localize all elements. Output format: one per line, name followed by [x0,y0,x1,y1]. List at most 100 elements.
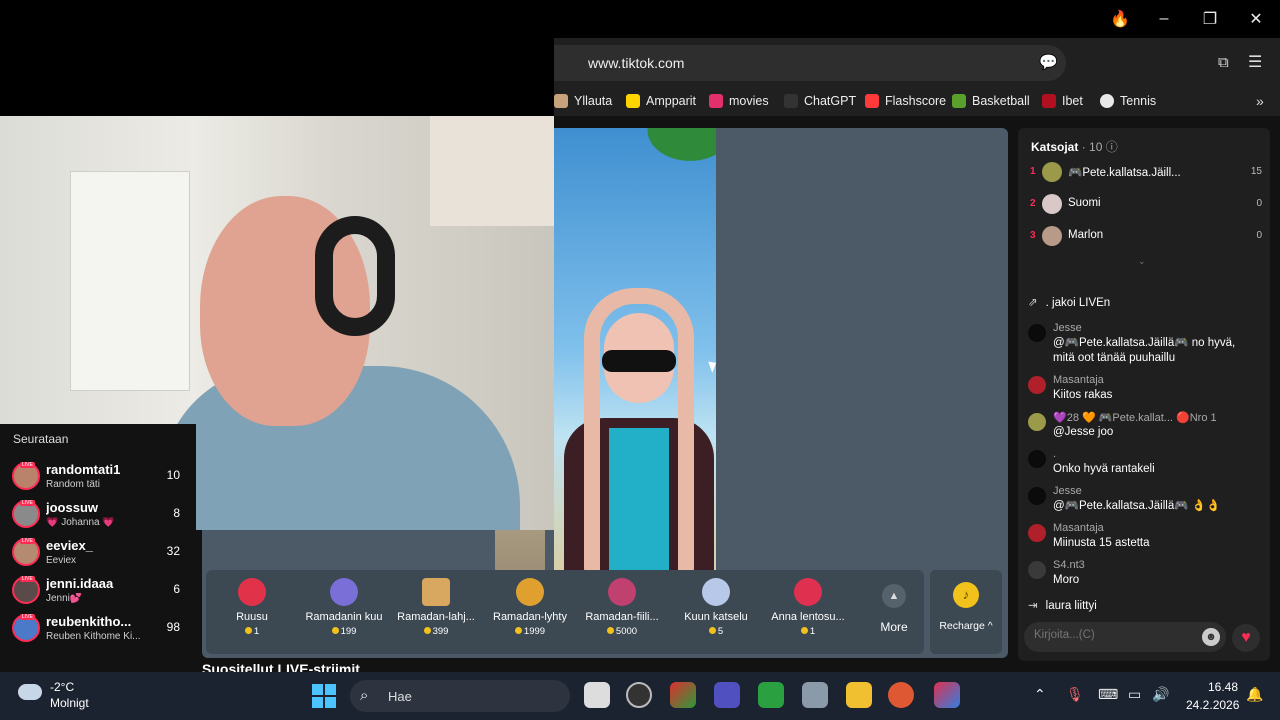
bookmark-basketball[interactable]: Basketball [952,94,1030,108]
bookmark-chatgpt[interactable]: ChatGPT [784,94,856,108]
keyboard-icon[interactable]: ⌨ [1098,686,1118,703]
more-gifts-button[interactable]: ▲ More [874,584,914,634]
chat-username[interactable]: . [1053,448,1056,460]
following-sub: 💗 Johanna 💗 [46,517,115,528]
chat-username[interactable]: 💜28 🧡 🎮Pete.kallat... 🔴Nro 1 [1053,411,1217,424]
viewer-count: 98 [166,620,180,634]
camera-app-icon[interactable] [714,682,740,708]
following-item[interactable]: LIVE eeviex_ Eeviex 32 [10,536,190,572]
viewer-row[interactable]: 2 Suomi 0 [1030,192,1262,218]
join-text: laura liittyi [1045,600,1097,612]
more-label: More [880,620,908,634]
bookmark-flashscore[interactable]: Flashscore [865,94,946,108]
gift-item[interactable]: Anna lentosu... 1 [762,576,854,648]
emoji-icon[interactable]: ☻ [1202,628,1220,646]
bookmark-movies[interactable]: movies [709,94,769,108]
like-heart-button[interactable]: ♥ [1232,624,1260,652]
page-content: Ruusu 1 Ramadanin kuu 199 Ramadan-lahj... 3… [0,116,1280,677]
chart-app-icon[interactable] [758,682,784,708]
gift-price-value: 1 [809,626,816,637]
gift-name: Ruusu [236,611,268,623]
gift-name: Anna lentosu... [771,611,845,623]
chat-input-box[interactable]: ☻ [1024,622,1226,652]
flame-icon[interactable]: 🔥 [1100,6,1140,32]
live-badge: LIVE [20,500,35,506]
gift-item[interactable]: Ramadan-lahj... 399 [390,576,482,648]
following-item[interactable]: LIVE randomtati1 Random täti 10 [10,460,190,496]
viewer-row[interactable]: 3 Marlon 0 [1030,224,1262,250]
bookmark-ampparit[interactable]: Ampparit [626,94,696,108]
yllauta-icon [554,94,568,108]
task-view-icon[interactable] [584,682,610,708]
chat-username[interactable]: Jesse [1053,485,1082,497]
gift-price: 399 [390,626,482,637]
following-sub: Random täti [46,479,100,490]
snip-tool-icon[interactable] [934,682,960,708]
url-box[interactable]: www.tiktok.com 💬 [554,45,1066,81]
help-icon[interactable]: ⓘ [1106,140,1118,154]
cloud-icon[interactable] [18,684,42,700]
close-button[interactable]: ✕ [1236,6,1276,32]
volume-icon[interactable]: 🔊 [1152,686,1169,703]
weather-temp[interactable]: -2°C [50,680,74,694]
following-item[interactable]: LIVE jenni.idaaa Jenni💕 6 [10,574,190,610]
gift-box-icon [422,578,450,606]
bookmark-ibet[interactable]: Ibet [1042,94,1083,108]
chevron-down-icon[interactable]: ⌄ [1138,256,1146,267]
calculator-icon[interactable] [802,682,828,708]
clock[interactable]: 16.48 24.2.2026 [1186,680,1239,712]
coin-icon [708,627,716,634]
chat-text: Onko hyvä rantakeli [1053,463,1155,475]
telescope-icon [702,578,730,606]
taskbar-search[interactable]: ⌕ Hae [350,680,570,712]
chat-bubble-icon[interactable]: 💬 [1039,53,1058,71]
viewer-name: Suomi [1068,197,1101,209]
following-item[interactable]: LIVE reubenkitho... Reuben Kithome Ki... 98 [10,612,190,648]
avatar [1028,487,1046,505]
tiktok-coin-icon: ♪ [953,582,979,608]
viewers-title: Katsojat [1031,140,1079,154]
bookmark-yllauta[interactable]: Yllauta [554,94,612,108]
live-badge: LIVE [20,538,35,544]
following-item[interactable]: LIVE joossuw 💗 Johanna 💗 8 [10,498,190,534]
copy-icon[interactable]: ⧉ [1218,54,1229,71]
chat-text: @Jesse joo [1053,426,1114,438]
restore-button[interactable]: ❐ [1190,6,1230,32]
avatar: LIVE [12,614,40,642]
viewer-count: 8 [173,506,180,520]
gift-bar: Ruusu 1 Ramadanin kuu 199 Ramadan-lahj... 3… [206,570,924,654]
chat-input[interactable] [1034,629,1194,641]
network-icon[interactable]: ▭ [1128,686,1141,703]
obs-icon[interactable] [626,682,652,708]
gift-item[interactable]: Ramadan-fiili... 5000 [576,576,668,648]
folder-icon[interactable] [846,682,872,708]
sunglasses [602,350,676,372]
url-text[interactable]: www.tiktok.com [588,55,684,71]
microphone-icon[interactable]: 🎙 [1066,686,1084,703]
menu-icon[interactable]: ☰ [1248,52,1262,72]
chat-username[interactable]: Jesse [1053,322,1082,334]
notification-icon[interactable]: 🔔 [1246,686,1263,703]
gift-item[interactable]: Ramadanin kuu 199 [298,576,390,648]
bookmark-tennis[interactable]: Tennis [1100,94,1156,108]
chat-username[interactable]: Masantaja [1053,522,1104,534]
avatar: LIVE [12,538,40,566]
avatar [1042,226,1062,246]
following-sub: Jenni💕 [46,593,83,604]
windows-start-icon[interactable] [312,684,336,708]
viewer-row[interactable]: 1 🎮Pete.kallatsa.Jäill... 15 [1030,160,1262,186]
gift-item[interactable]: Kuun katselu 5 [670,576,762,648]
app-icon[interactable] [670,682,696,708]
chat-username[interactable]: Masantaja [1053,374,1104,386]
weather-desc[interactable]: Molnigt [50,696,89,710]
chevron-right-icon[interactable]: » [1256,93,1264,109]
gift-item[interactable]: Ruusu 1 [206,576,298,648]
minimize-button[interactable]: – [1144,6,1184,32]
gift-item[interactable]: Ramadan-lyhty 1999 [484,576,576,648]
chat-username[interactable]: S4.nt3 [1053,559,1085,571]
chevron-up-icon[interactable]: ⌃ [1034,686,1046,703]
recharge-button[interactable]: ♪ Recharge ^ [930,570,1002,654]
viewers-count: · 10 [1081,140,1103,154]
kiss-icon [794,578,822,606]
duckduckgo-icon[interactable] [888,682,914,708]
